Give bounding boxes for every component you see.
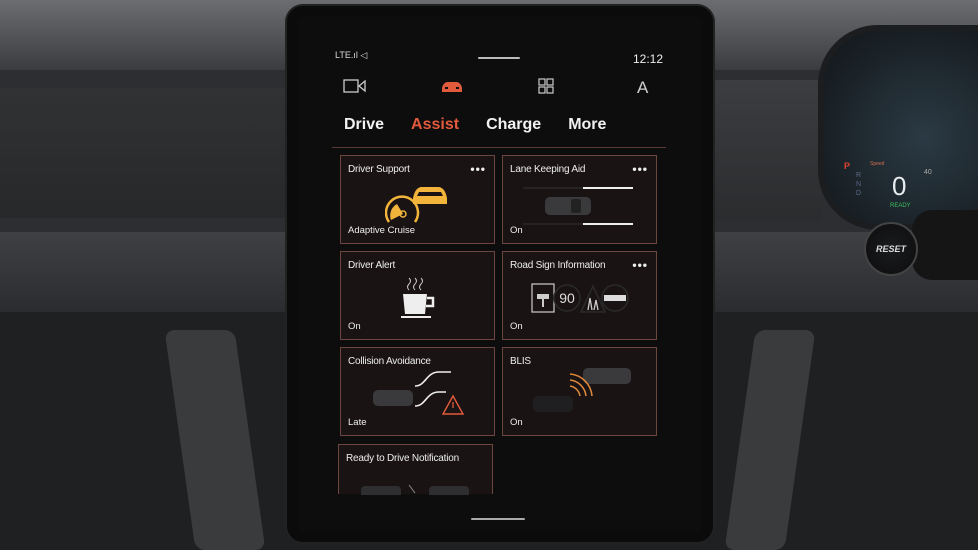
collision-warning-icon: [373, 371, 465, 415]
card-title: Ready to Drive Notification: [346, 453, 459, 464]
adaptive-cruise-icon: [385, 187, 447, 223]
road-sign-icon: 90: [531, 283, 629, 313]
tab-charge[interactable]: Charge: [486, 116, 541, 134]
coffee-cup-icon: [401, 277, 435, 318]
ready-to-drive-icon: [361, 484, 469, 495]
reset-button[interactable]: RESET: [864, 222, 918, 276]
camera-icon[interactable]: [343, 78, 367, 99]
lane-keeping-icon: [523, 187, 633, 225]
infotainment-screen: LTE.ıl ◁ 12:12 A Drive Assist Charge Mor…: [297, 16, 703, 532]
speed-readout: 0: [892, 171, 907, 201]
tab-more[interactable]: More: [568, 116, 606, 134]
apps-grid-icon[interactable]: [538, 78, 554, 99]
speed-sign-value: 90: [559, 290, 575, 306]
card-title: Lane Keeping Aid: [510, 164, 586, 175]
card-title: Driver Alert: [348, 260, 396, 271]
card-status: On: [510, 225, 523, 236]
tab-bar: Drive Assist Charge More: [344, 116, 633, 134]
home-indicator[interactable]: [471, 518, 525, 520]
card-title: Road Sign Information: [510, 260, 606, 271]
speed-limit: 40: [924, 169, 932, 176]
profile-icon[interactable]: A: [637, 78, 648, 98]
car-icon[interactable]: [440, 80, 464, 99]
card-title: Collision Avoidance: [348, 356, 431, 367]
more-options-button[interactable]: •••: [632, 162, 648, 176]
network-status: LTE.ıl ◁: [335, 50, 368, 60]
card-ready-to-drive-notification[interactable]: Ready to Drive Notification: [338, 444, 493, 495]
speed-label: Speed: [870, 161, 885, 167]
tab-divider: [332, 147, 666, 148]
clock: 12:12: [632, 52, 663, 66]
card-status: On: [510, 321, 523, 332]
wiper-stalk: [912, 210, 978, 280]
top-drag-handle[interactable]: [478, 57, 520, 59]
more-options-button[interactable]: •••: [632, 258, 648, 272]
card-status: Late: [348, 417, 367, 428]
gear-indicator: P: [844, 161, 851, 171]
instrument-cluster: P R N D Speed 0 READY 40: [818, 25, 978, 230]
card-collision-avoidance[interactable]: Collision Avoidance Late: [340, 347, 495, 436]
air-vent-right: [712, 80, 822, 220]
card-road-sign-information[interactable]: Road Sign Information ••• 90 On: [502, 251, 657, 340]
card-lane-keeping-aid[interactable]: Lane Keeping Aid ••• On: [502, 155, 657, 244]
tab-assist[interactable]: Assist: [411, 116, 459, 134]
more-options-button[interactable]: •••: [470, 162, 486, 176]
ready-indicator: READY: [890, 203, 911, 209]
card-status: On: [510, 417, 523, 428]
air-vent-left: [0, 88, 290, 218]
blind-spot-icon: [533, 368, 631, 412]
card-blis[interactable]: BLIS On: [502, 347, 657, 436]
gear-list: R N D: [856, 172, 862, 197]
card-title: Driver Support: [348, 164, 410, 175]
card-driver-alert[interactable]: Driver Alert On: [340, 251, 495, 340]
card-driver-support[interactable]: Driver Support ••• Adaptive Cruise: [340, 155, 495, 244]
tab-drive[interactable]: Drive: [344, 116, 384, 134]
card-status: Adaptive Cruise: [348, 225, 416, 236]
card-status: On: [348, 321, 361, 332]
